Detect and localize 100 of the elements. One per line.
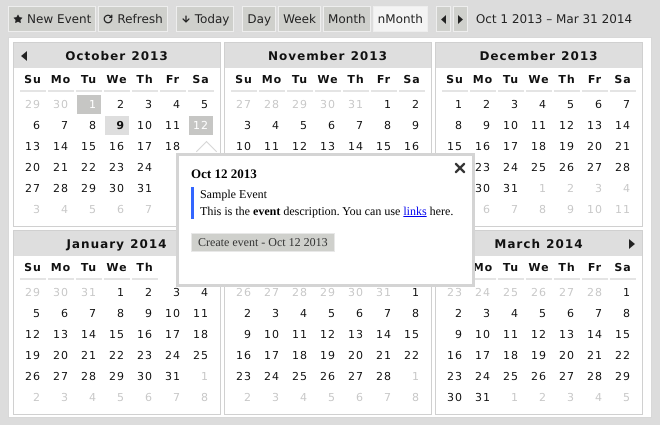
calendar-day[interactable]: 25 <box>288 367 312 386</box>
calendar-day[interactable]: 21 <box>49 158 73 177</box>
calendar-day[interactable]: 10 <box>499 116 523 135</box>
calendar-day[interactable]: 31 <box>133 179 157 198</box>
calendar-day[interactable]: 10 <box>471 325 495 344</box>
calendar-day[interactable]: 18 <box>161 137 185 156</box>
calendar-day[interactable]: 6 <box>316 116 340 135</box>
calendar-day[interactable]: 15 <box>443 137 467 156</box>
calendar-day[interactable]: 10 <box>133 116 157 135</box>
calendar-day[interactable]: 23 <box>133 346 157 365</box>
calendar-day[interactable]: 30 <box>133 367 157 386</box>
calendar-day[interactable]: 16 <box>105 137 129 156</box>
calendar-day[interactable]: 8 <box>77 116 101 135</box>
calendar-day[interactable]: 27 <box>49 367 73 386</box>
toolbar-button[interactable]: Day <box>242 6 276 32</box>
calendar-day[interactable]: 21 <box>77 346 101 365</box>
calendar-day[interactable]: 9 <box>471 116 495 135</box>
calendar-day[interactable]: 20 <box>49 346 73 365</box>
calendar-day[interactable]: 20 <box>344 346 368 365</box>
calendar-day[interactable]: 11 <box>527 116 551 135</box>
calendar-day[interactable]: 10 <box>161 304 185 323</box>
calendar-day[interactable]: 21 <box>611 137 635 156</box>
calendar-day[interactable]: 15 <box>77 137 101 156</box>
calendar-day[interactable]: 8 <box>611 304 635 323</box>
calendar-day[interactable]: 18 <box>527 137 551 156</box>
calendar-day[interactable]: 17 <box>133 137 157 156</box>
calendar-day[interactable]: 10 <box>260 325 284 344</box>
toolbar-button[interactable]: Today <box>176 6 234 32</box>
calendar-day[interactable]: 24 <box>260 367 284 386</box>
calendar-day[interactable]: 2 <box>133 283 157 302</box>
calendar-day[interactable]: 4 <box>288 304 312 323</box>
calendar-day[interactable]: 31 <box>471 388 495 407</box>
calendar-day[interactable]: 2 <box>232 304 256 323</box>
calendar-day[interactable]: 23 <box>105 158 129 177</box>
calendar-day[interactable]: 5 <box>288 116 312 135</box>
calendar-day[interactable]: 17 <box>499 137 523 156</box>
calendar-day[interactable]: 30 <box>105 179 129 198</box>
calendar-day[interactable]: 14 <box>611 116 635 135</box>
calendar-day[interactable]: 1 <box>372 95 396 114</box>
calendar-day[interactable]: 16 <box>133 325 157 344</box>
calendar-day[interactable]: 13 <box>344 325 368 344</box>
calendar-day[interactable]: 28 <box>372 367 396 386</box>
calendar-day[interactable]: 2 <box>400 95 424 114</box>
right-triangle-icon[interactable] <box>629 239 635 249</box>
calendar-day[interactable]: 5 <box>527 304 551 323</box>
calendar-day[interactable]: 27 <box>583 158 607 177</box>
calendar-day[interactable]: 16 <box>400 137 424 156</box>
calendar-day[interactable]: 28 <box>49 179 73 198</box>
calendar-day[interactable]: 16 <box>443 346 467 365</box>
calendar-day[interactable]: 2 <box>105 95 129 114</box>
calendar-day[interactable]: 18 <box>288 346 312 365</box>
calendar-day[interactable]: 1 <box>443 95 467 114</box>
toolbar-button[interactable]: nMonth <box>372 6 428 32</box>
calendar-day[interactable]: 11 <box>189 304 213 323</box>
calendar-day[interactable]: 24 <box>499 158 523 177</box>
calendar-day[interactable]: 15 <box>372 137 396 156</box>
calendar-day[interactable]: 16 <box>471 137 495 156</box>
calendar-day[interactable]: 7 <box>372 304 396 323</box>
calendar-day[interactable]: 3 <box>260 304 284 323</box>
calendar-day[interactable]: 21 <box>372 346 396 365</box>
calendar-day[interactable]: 26 <box>527 367 551 386</box>
calendar-day[interactable]: 12 <box>21 325 45 344</box>
calendar-day[interactable]: 14 <box>372 325 396 344</box>
calendar-day[interactable]: 13 <box>583 116 607 135</box>
calendar-day[interactable]: 9 <box>232 325 256 344</box>
calendar-day[interactable]: 7 <box>611 95 635 114</box>
calendar-day[interactable]: 14 <box>49 137 73 156</box>
calendar-day[interactable]: 19 <box>527 346 551 365</box>
calendar-day[interactable]: 28 <box>77 367 101 386</box>
calendar-day[interactable]: 23 <box>471 158 495 177</box>
calendar-day[interactable]: 16 <box>232 346 256 365</box>
calendar-day[interactable]: 8 <box>105 304 129 323</box>
calendar-day[interactable]: 15 <box>105 325 129 344</box>
calendar-day[interactable]: 27 <box>21 179 45 198</box>
calendar-day[interactable]: 31 <box>161 367 185 386</box>
toolbar-button[interactable]: Week <box>278 6 322 32</box>
calendar-day[interactable]: 24 <box>471 367 495 386</box>
calendar-day[interactable]: 7 <box>344 116 368 135</box>
calendar-day[interactable]: 3 <box>232 116 256 135</box>
calendar-day[interactable]: 4 <box>189 283 213 302</box>
calendar-day[interactable]: 3 <box>471 304 495 323</box>
calendar-day[interactable]: 24 <box>161 346 185 365</box>
calendar-day[interactable]: 1 <box>611 283 635 302</box>
calendar-day[interactable]: 13 <box>21 137 45 156</box>
calendar-day[interactable]: 1 <box>105 283 129 302</box>
calendar-day[interactable]: 6 <box>344 304 368 323</box>
calendar-day[interactable]: 19 <box>555 137 579 156</box>
calendar-day[interactable]: 14 <box>344 137 368 156</box>
calendar-day[interactable]: 15 <box>400 325 424 344</box>
calendar-day[interactable]: 17 <box>161 325 185 344</box>
calendar-day[interactable]: 9 <box>400 116 424 135</box>
calendar-day[interactable]: 2 <box>443 304 467 323</box>
calendar-day[interactable]: 6 <box>21 116 45 135</box>
left-triangle-icon[interactable] <box>21 51 27 61</box>
calendar-day[interactable]: 13 <box>316 137 340 156</box>
calendar-day[interactable]: 25 <box>527 158 551 177</box>
calendar-day[interactable]: 31 <box>499 179 523 198</box>
previous-button[interactable] <box>436 6 451 32</box>
toolbar-button[interactable]: Month <box>323 6 371 32</box>
toolbar-button[interactable]: Refresh <box>98 6 168 32</box>
